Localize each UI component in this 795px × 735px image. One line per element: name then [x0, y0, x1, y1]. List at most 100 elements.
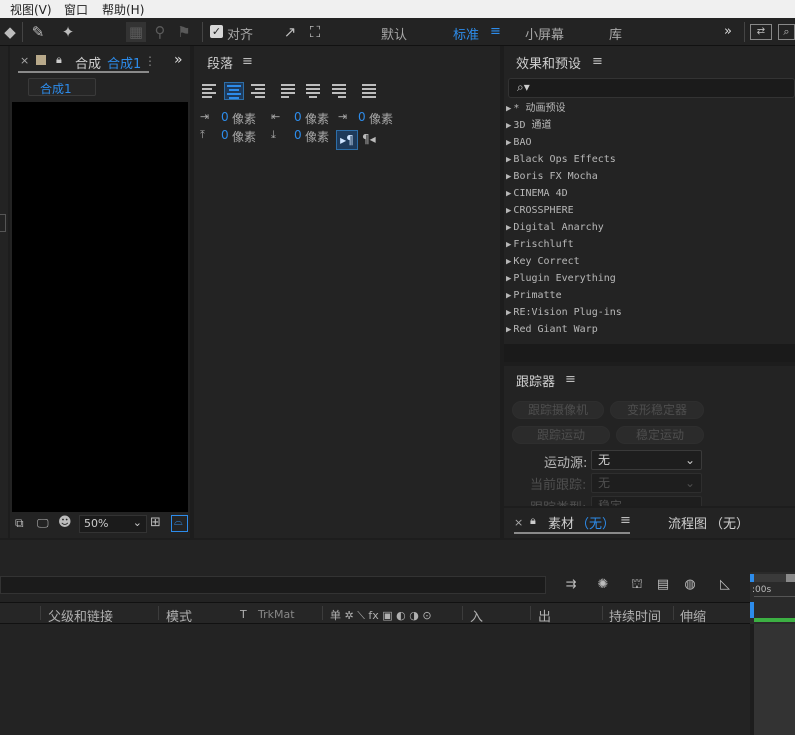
monitor-icon[interactable]: 🖵︎: [37, 516, 49, 531]
comp-tab-prefix[interactable]: 合成: [75, 53, 101, 72]
region-of-interest-icon[interactable]: ⌓: [171, 515, 188, 532]
comp-mini-flowchart-icon[interactable]: ⇉: [562, 576, 580, 594]
indent-first-line-value[interactable]: 0: [358, 110, 366, 124]
menu-help[interactable]: 帮助(H): [102, 1, 144, 18]
snap-target-icon[interactable]: ⛶: [305, 22, 325, 42]
effect-category[interactable]: ▶ CROSSPHERE: [506, 202, 795, 219]
track-type-select[interactable]: 稳定: [591, 496, 702, 506]
effect-category[interactable]: ▶ RE:Vision Plug-ins: [506, 304, 795, 321]
effect-category[interactable]: ▶ Key Correct: [506, 253, 795, 270]
comp-subtab[interactable]: 合成1: [28, 78, 96, 96]
search-help-icon[interactable]: ⌕: [778, 24, 795, 40]
resolution-icon[interactable]: ⊞: [150, 515, 161, 530]
time-navigator-end-handle[interactable]: [786, 574, 795, 582]
track-motion-button[interactable]: 跟踪运动: [512, 426, 610, 444]
snap-icon[interactable]: ↗: [280, 22, 300, 42]
workspace-small-screen[interactable]: 小屏幕: [525, 24, 564, 43]
eraser-tool-icon[interactable]: ◆: [0, 22, 20, 42]
frame-blending-icon[interactable]: ▤: [654, 576, 672, 594]
timeline-search-input[interactable]: [0, 576, 546, 594]
effects-horizontal-scrollbar[interactable]: [504, 344, 795, 362]
column-in[interactable]: 入: [470, 606, 483, 625]
zoom-select[interactable]: 50% ⌄: [79, 515, 147, 533]
timeline-layer-area[interactable]: [0, 624, 750, 735]
effect-category[interactable]: ▶ 3D 通道: [506, 117, 795, 134]
space-before-value[interactable]: 0: [221, 128, 229, 142]
work-area-bar[interactable]: [754, 618, 795, 622]
motion-source-select[interactable]: 无 ⌄: [591, 450, 702, 470]
effect-category[interactable]: ▶ Frischluft: [506, 236, 795, 253]
graph-editor-icon[interactable]: ◺: [716, 576, 734, 594]
effect-category[interactable]: ▶ Plugin Everything: [506, 270, 795, 287]
composition-viewer[interactable]: [12, 102, 188, 512]
puppet-pin-icon[interactable]: ✦: [58, 22, 78, 42]
workspace-more-icon[interactable]: »: [724, 24, 732, 39]
column-trkmat[interactable]: TrkMat: [258, 608, 295, 621]
effect-category[interactable]: ▶ Primatte: [506, 287, 795, 304]
menu-window[interactable]: 窗口: [64, 1, 88, 18]
comp-tab-name[interactable]: 合成1: [107, 53, 141, 72]
effect-category[interactable]: ▶ Boris FX Mocha: [506, 168, 795, 185]
paragraph-menu-icon[interactable]: ≡: [242, 54, 253, 69]
sync-settings-icon[interactable]: ⇄: [750, 24, 772, 40]
align-right-button[interactable]: [251, 82, 271, 100]
workspace-library[interactable]: 库: [609, 24, 622, 43]
effect-category[interactable]: ▶ BAO: [506, 134, 795, 151]
puppet-mesh-icon[interactable]: ⚲: [150, 22, 170, 42]
draft-3d-icon[interactable]: ✺: [594, 576, 612, 594]
motion-blur-icon[interactable]: ◍: [681, 576, 699, 594]
rtl-direction-button[interactable]: ¶◂: [362, 132, 376, 146]
align-center-button[interactable]: [224, 82, 244, 100]
align-checkbox[interactable]: ✓: [210, 25, 223, 38]
justify-last-center-button[interactable]: [306, 82, 326, 100]
current-time-indicator[interactable]: [750, 602, 754, 618]
lock-icon[interactable]: 🔒︎: [56, 53, 62, 67]
workspace-standard[interactable]: 标准: [453, 24, 479, 43]
column-out[interactable]: 出: [538, 606, 551, 625]
effect-category[interactable]: ▶ * 动画预设: [506, 100, 795, 117]
align-left-button[interactable]: [202, 82, 222, 100]
stabilize-motion-button[interactable]: 稳定运动: [616, 426, 704, 444]
space-after-value[interactable]: 0: [294, 128, 302, 142]
column-duration[interactable]: 持续时间: [609, 606, 661, 625]
effects-menu-icon[interactable]: ≡: [592, 54, 603, 69]
current-track-select[interactable]: 无 ⌄: [591, 473, 702, 493]
justify-last-left-button[interactable]: [281, 82, 301, 100]
puppet-bend-icon[interactable]: ⚑: [174, 22, 194, 42]
effect-category[interactable]: ▶ Digital Anarchy: [506, 219, 795, 236]
grid-tool-icon[interactable]: ▦: [126, 22, 146, 42]
warp-stabilizer-button[interactable]: 变形稳定器: [610, 401, 704, 419]
close-tab-icon[interactable]: ×: [514, 516, 523, 529]
timeline-track-area[interactable]: [754, 624, 795, 735]
column-stretch[interactable]: 伸缩: [680, 606, 706, 625]
column-switches[interactable]: 单 ✲ ⟍ fx ▣ ◐ ◑ ⊙: [330, 607, 432, 623]
column-parent-link[interactable]: 父级和链接: [48, 606, 113, 625]
panel-more-icon[interactable]: »: [174, 52, 183, 68]
close-tab-icon[interactable]: ×: [20, 54, 29, 67]
hide-shy-layers-icon[interactable]: ⛫: [628, 576, 646, 594]
roto-brush-icon[interactable]: ✎: [28, 22, 48, 42]
timeline-graph-area[interactable]: :00s: [750, 572, 795, 735]
flowchart-tab-label[interactable]: 流程图: [668, 513, 707, 532]
workspace-menu-icon[interactable]: ≡: [490, 24, 501, 39]
footage-menu-icon[interactable]: ≡: [620, 513, 631, 528]
effects-search-input[interactable]: ⌕▾: [508, 78, 795, 98]
tracker-menu-icon[interactable]: ≡: [565, 372, 576, 387]
time-navigator-start-handle[interactable]: [750, 574, 754, 582]
always-preview-icon[interactable]: ⧉: [15, 516, 24, 531]
ltr-direction-button[interactable]: ▸¶: [336, 130, 358, 150]
lock-icon[interactable]: 🔒︎: [530, 514, 536, 528]
justify-last-right-button[interactable]: [332, 82, 352, 100]
effect-category[interactable]: ▶ Red Giant Warp: [506, 321, 795, 338]
effect-category[interactable]: ▶ Black Ops Effects: [506, 151, 795, 168]
column-mode[interactable]: 模式: [166, 606, 192, 625]
time-navigator[interactable]: [750, 574, 795, 582]
workspace-default[interactable]: 默认: [381, 24, 407, 43]
track-camera-button[interactable]: 跟踪摄像机: [512, 401, 604, 419]
tab-menu-icon[interactable]: ⋮: [144, 54, 156, 68]
indent-right-value[interactable]: 0: [294, 110, 302, 124]
footage-tab-label[interactable]: 素材: [548, 513, 574, 532]
indent-left-value[interactable]: 0: [221, 110, 229, 124]
effect-category[interactable]: ▶ CINEMA 4D: [506, 185, 795, 202]
column-t[interactable]: T: [240, 608, 247, 621]
